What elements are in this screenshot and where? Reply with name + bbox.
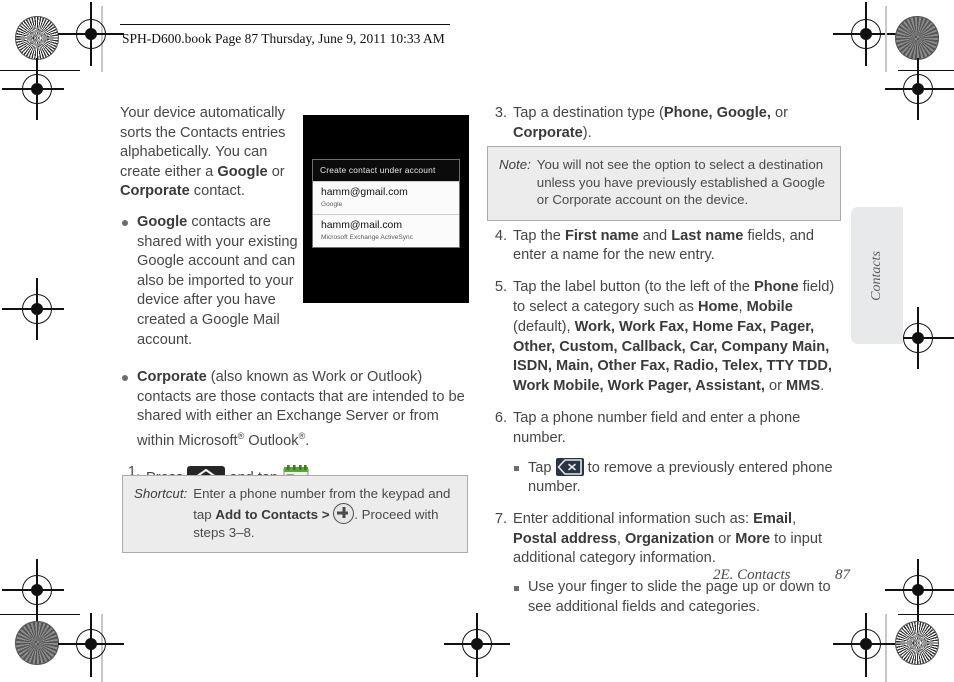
create-contact-dialog: Create contact under account hamm@gmail.… xyxy=(312,159,460,248)
step-5-pre: Tap the label button (to the left of the xyxy=(513,279,754,296)
step-5: 5. Tap the label button (to the left of t… xyxy=(487,278,842,397)
intro-bold-corporate: Corporate xyxy=(120,183,190,200)
side-tab-label: Contacts xyxy=(869,250,884,301)
bullet-corporate: Corporate (also known as Work or Outlook… xyxy=(120,368,470,451)
intro-paragraph: Your device automatically sorts the Cont… xyxy=(120,104,292,202)
step-7-sep1: , xyxy=(792,510,797,527)
step-5-mms: MMS xyxy=(786,378,821,395)
manual-page: SPH-D600.book Page 87 Thursday, June 9, … xyxy=(0,0,954,682)
step-5-sep1: , xyxy=(738,298,747,315)
step-7-or: or xyxy=(714,530,736,547)
bullet-corporate-text3: . xyxy=(305,432,310,449)
add-plus-icon[interactable] xyxy=(333,502,355,524)
step-7-sep2: , xyxy=(616,530,625,547)
step-4: 4. Tap the First name and Last name field… xyxy=(487,227,842,267)
step-6-text: Tap a phone number field and enter a pho… xyxy=(513,409,801,446)
step-6-number: 6. xyxy=(494,409,507,426)
note-callout: Note: You will not see the option to sel… xyxy=(487,146,841,221)
shortcut-add-to-contacts: Add to Contacts xyxy=(215,506,319,522)
note-text: You will not see the option to select a … xyxy=(536,157,826,208)
chapter-side-tab: Contacts xyxy=(851,207,903,344)
account-email: hamm@mail.com xyxy=(321,220,402,231)
bullet-google-term: Google xyxy=(137,213,188,230)
step-3-types: Phone, Google, xyxy=(663,105,771,121)
step-6: 6. Tap a phone number field and enter a p… xyxy=(487,409,842,498)
step-3-mid: or xyxy=(770,105,788,121)
shortcut-callout: Shortcut: Enter a phone number from the … xyxy=(122,475,468,554)
intro-bold-google: Google xyxy=(217,163,268,180)
backspace-key-icon[interactable] xyxy=(555,457,584,476)
starburst-mark-top-right xyxy=(895,16,939,60)
step-4-number: 4. xyxy=(494,227,507,244)
step-4-pre: Tap the xyxy=(513,227,565,244)
intro-text-c: contact. xyxy=(189,183,245,200)
starburst-mark-top-left xyxy=(15,16,59,60)
bullet-corporate-term: Corporate xyxy=(137,369,207,386)
bullet-google: Google contacts are shared with your exi… xyxy=(120,213,309,350)
step-5-post: . xyxy=(820,378,825,395)
step-3-number: 3. xyxy=(494,105,507,121)
step-5-mobile: Mobile xyxy=(746,298,793,315)
step-7-organization: Organization xyxy=(624,530,715,547)
bullet-corporate-text2: Outlook xyxy=(244,432,299,449)
account-option-google[interactable]: hamm@gmail.com Google xyxy=(313,181,459,214)
step-7: 7. Enter additional information such as: … xyxy=(487,510,842,618)
footer-section: 2E. Contacts xyxy=(713,567,791,583)
step-5-default: (default), xyxy=(513,318,575,335)
step-7-subbullet: Use your finger to slide the page up or … xyxy=(513,578,842,617)
step-3-post: ). xyxy=(582,124,592,141)
note-label: Note: xyxy=(499,157,531,172)
starburst-mark-bottom-right xyxy=(895,621,939,665)
step-5-home: Home xyxy=(697,298,739,315)
step-7-email: Email xyxy=(753,510,793,527)
step-5-number: 5. xyxy=(494,279,507,296)
step-7-more: More xyxy=(735,530,771,547)
footer-page-number: 87 xyxy=(835,567,850,583)
shortcut-label: Shortcut: xyxy=(134,486,188,501)
starburst-mark-bottom-left xyxy=(15,621,59,665)
account-email: hamm@gmail.com xyxy=(321,187,408,198)
phone-screenshot: Create contact under account hamm@gmail.… xyxy=(303,115,469,303)
dialog-title: Create contact under account xyxy=(313,160,459,181)
step-4-first-name: First name xyxy=(564,227,639,244)
intro-text-b: or xyxy=(267,163,285,180)
step-7-number: 7. xyxy=(494,510,507,527)
step-7-postal-address: Postal address xyxy=(513,530,617,547)
step-3-pre: Tap a destination type ( xyxy=(513,105,664,121)
step-3-corporate: Corporate xyxy=(513,124,583,141)
book-file-info: SPH-D600.book Page 87 Thursday, June 9, … xyxy=(122,31,445,46)
step-4-last-name: Last name xyxy=(671,227,744,244)
step-5-phone: Phone xyxy=(753,279,799,296)
step-3: 3. Tap a destination type (Phone, Google,… xyxy=(487,104,842,144)
account-type: Microsoft Exchange ActiveSync xyxy=(321,234,413,241)
shortcut-gt: > xyxy=(318,506,334,522)
step-5-or: or xyxy=(764,378,787,395)
step-4-mid: and xyxy=(638,227,672,244)
step-6-subbullet: Tap to remove a previously entered phone… xyxy=(513,457,842,498)
step-6-sub-pre: Tap xyxy=(528,459,556,476)
page-footer: 2E. Contacts 87 xyxy=(713,567,850,584)
shortcut-text: Enter a phone number from the keypad and… xyxy=(193,485,456,541)
step-7-pre: Enter additional information such as: xyxy=(513,510,754,527)
header-rule xyxy=(120,24,450,26)
right-steps-list-2: 4. Tap the First name and Last name field… xyxy=(487,227,842,618)
account-option-exchange[interactable]: hamm@mail.com Microsoft Exchange ActiveS… xyxy=(313,214,459,247)
right-steps-list: 3. Tap a destination type (Phone, Google,… xyxy=(487,104,842,144)
bullet-google-text: contacts are shared with your existing G… xyxy=(137,213,298,348)
account-type: Google xyxy=(321,201,343,208)
